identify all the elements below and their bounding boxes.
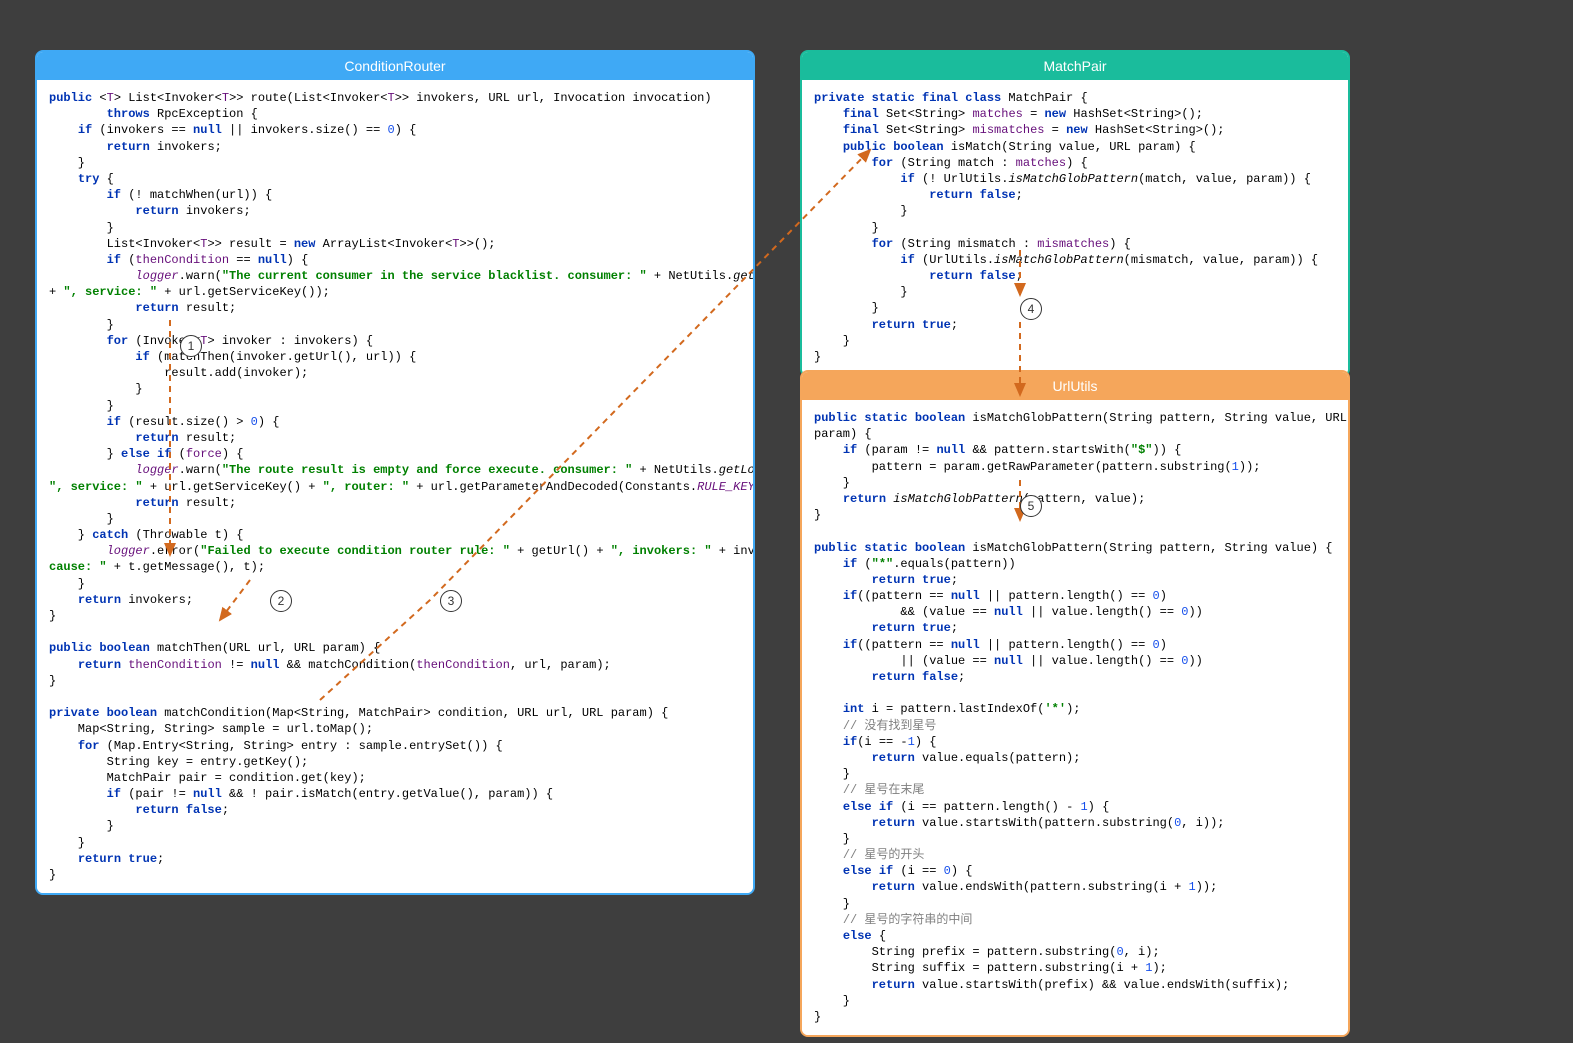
- annotation-badge-3: 3: [440, 590, 462, 612]
- annotation-badge-2: 2: [270, 590, 292, 612]
- annotation-badge-1: 1: [180, 335, 202, 357]
- code-match-pair: private static final class MatchPair { f…: [802, 80, 1348, 375]
- panel-title-url-utils: UrlUtils: [802, 372, 1348, 400]
- annotation-badge-5: 5: [1020, 495, 1042, 517]
- panel-condition-router: ConditionRouter public <T> List<Invoker<…: [35, 50, 755, 895]
- code-condition-router: public <T> List<Invoker<T>> route(List<I…: [37, 80, 753, 893]
- panel-match-pair: MatchPair private static final class Mat…: [800, 50, 1350, 377]
- panel-title-condition-router: ConditionRouter: [37, 52, 753, 80]
- panel-title-match-pair: MatchPair: [802, 52, 1348, 80]
- code-url-utils: public static boolean isMatchGlobPattern…: [802, 400, 1348, 1035]
- panel-url-utils: UrlUtils public static boolean isMatchGl…: [800, 370, 1350, 1037]
- annotation-badge-4: 4: [1020, 298, 1042, 320]
